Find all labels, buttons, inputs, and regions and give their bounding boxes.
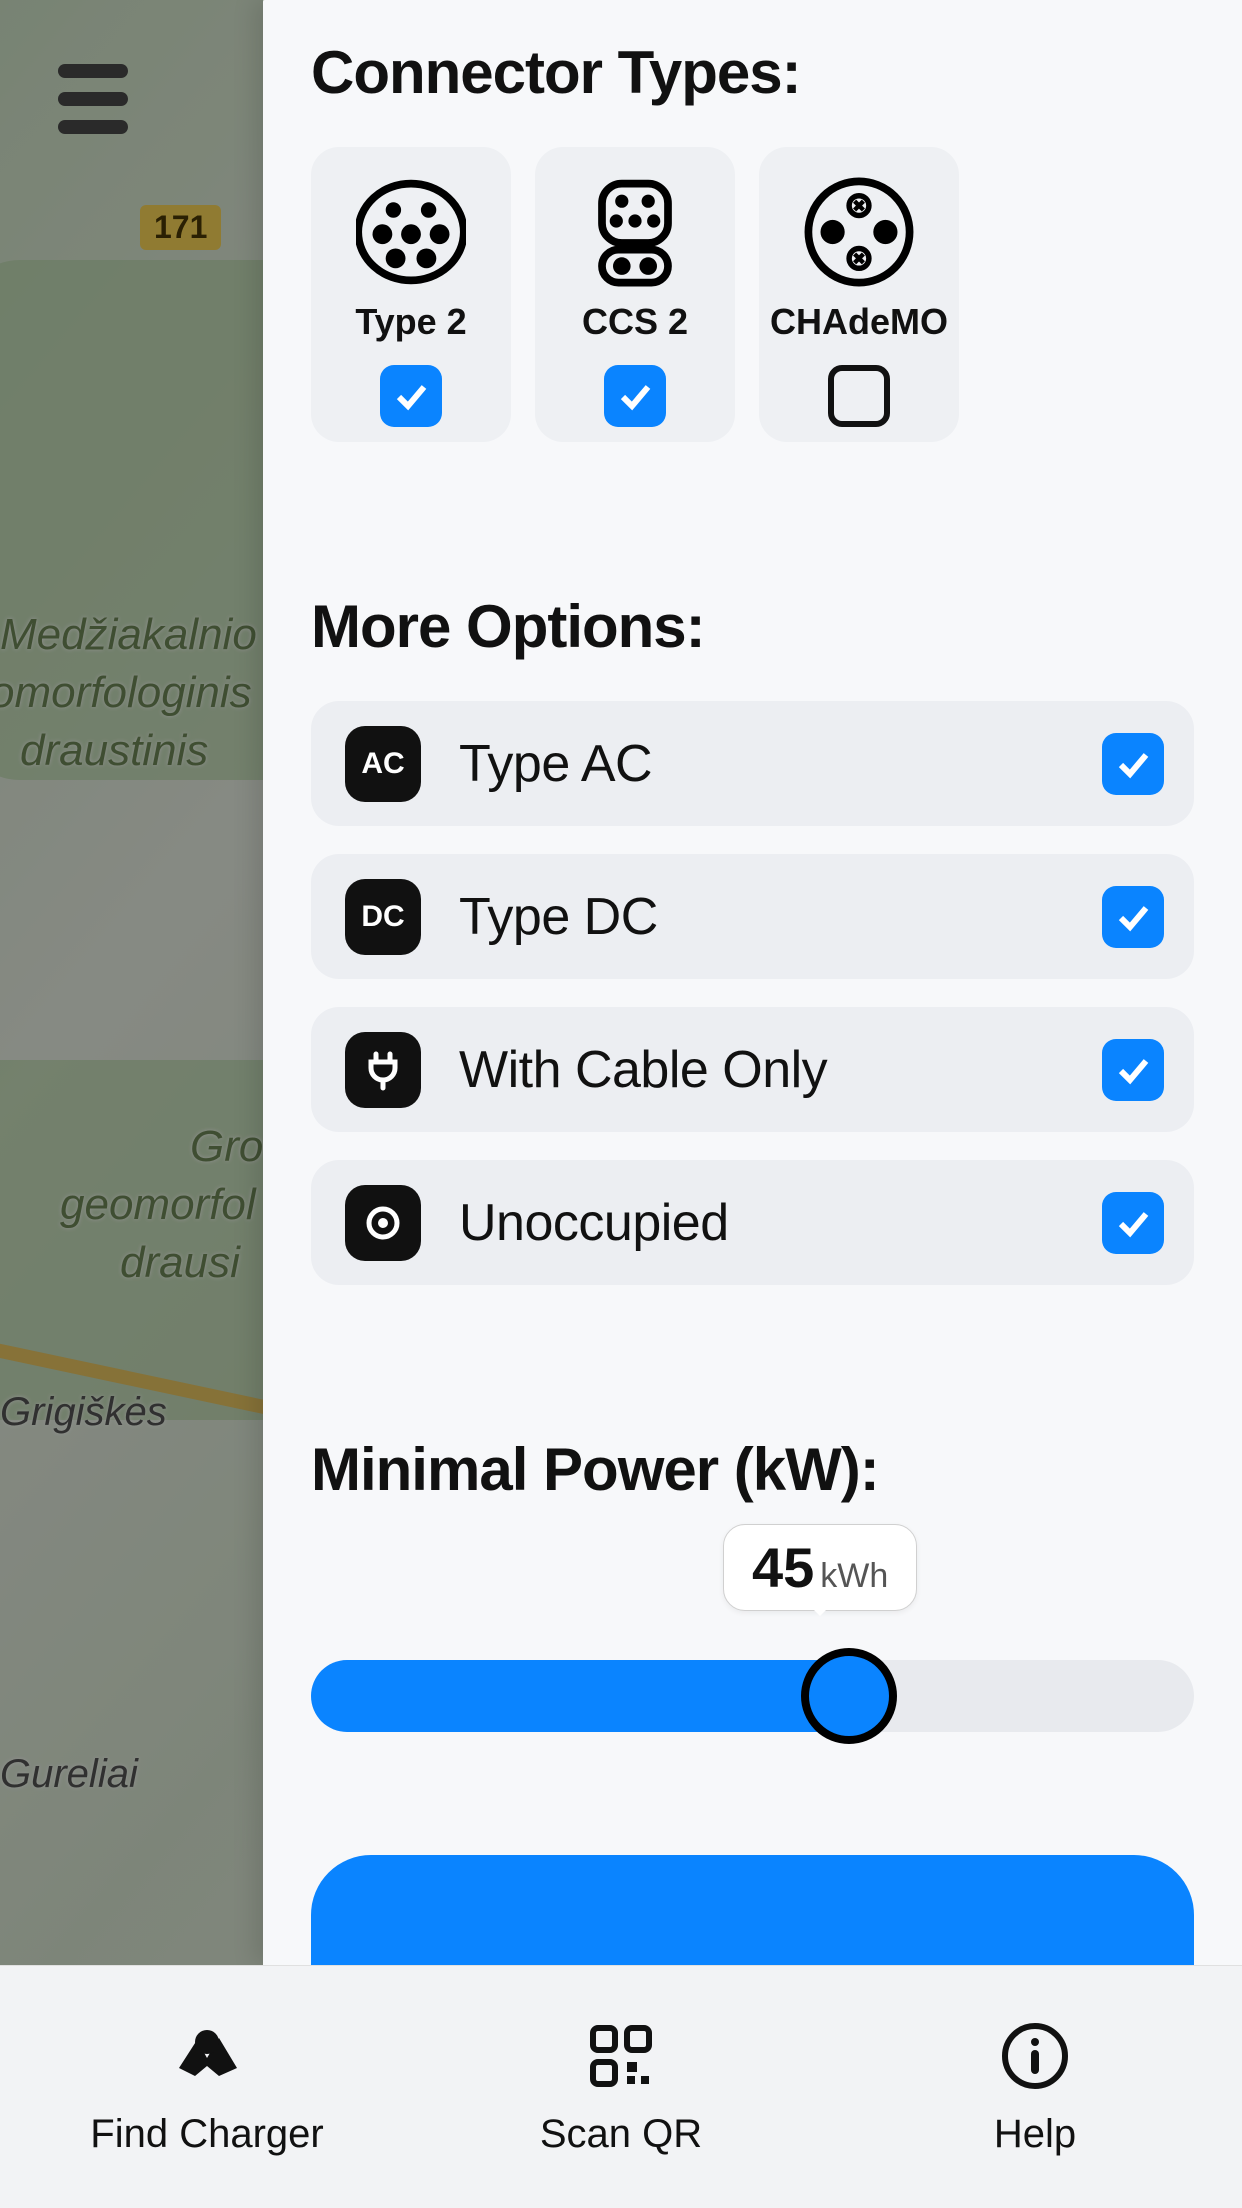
map-pin-icon (169, 2018, 245, 2094)
status-dot-icon (345, 1185, 421, 1261)
slider-unit: kWh (820, 1557, 888, 1596)
info-icon (997, 2018, 1073, 2094)
qr-icon (583, 2018, 659, 2094)
option-row-type-ac[interactable]: AC Type AC (311, 701, 1194, 826)
option-label: Unoccupied (459, 1193, 1064, 1253)
option-label: Type AC (459, 734, 1064, 794)
slider-fill (311, 1660, 871, 1732)
filter-panel: Connector Types: Type 2 (263, 0, 1242, 1965)
dc-badge-icon: DC (345, 879, 421, 955)
option-label: Type DC (459, 887, 1064, 947)
type2-connector-icon (356, 177, 466, 287)
option-checkbox[interactable] (1102, 1039, 1164, 1101)
option-row-unoccupied[interactable]: Unoccupied (311, 1160, 1194, 1285)
connector-checkbox-chademo[interactable] (828, 365, 890, 427)
section-title-more-options: More Options: (311, 592, 1194, 661)
nav-find-charger[interactable]: Find Charger (0, 1966, 414, 2208)
ac-badge-icon: AC (345, 726, 421, 802)
option-checkbox[interactable] (1102, 733, 1164, 795)
dim-overlay[interactable] (0, 0, 263, 1965)
option-row-with-cable[interactable]: With Cable Only (311, 1007, 1194, 1132)
connector-card-ccs2[interactable]: CCS 2 (535, 147, 735, 442)
option-row-type-dc[interactable]: DC Type DC (311, 854, 1194, 979)
nav-help[interactable]: Help (828, 1966, 1242, 2208)
apply-filters-button[interactable] (311, 1855, 1194, 1975)
ccs2-connector-icon (580, 177, 690, 287)
connector-checkbox-ccs2[interactable] (604, 365, 666, 427)
slider-thumb[interactable] (801, 1648, 897, 1744)
connector-card-chademo[interactable]: CHAdeMO (759, 147, 959, 442)
nav-scan-qr[interactable]: Scan QR (414, 1966, 828, 2208)
section-title-min-power: Minimal Power (kW): (311, 1435, 1194, 1504)
connector-checkbox-type2[interactable] (380, 365, 442, 427)
nav-label: Find Charger (90, 2112, 323, 2157)
checkmark-icon (1113, 1050, 1153, 1090)
checkmark-icon (615, 376, 655, 416)
connector-label: CHAdeMO (770, 301, 948, 343)
option-label: With Cable Only (459, 1040, 1064, 1100)
nav-label: Scan QR (540, 2112, 702, 2157)
checkmark-icon (1113, 897, 1153, 937)
chademo-connector-icon (804, 177, 914, 287)
menu-icon[interactable] (58, 64, 148, 134)
option-checkbox[interactable] (1102, 886, 1164, 948)
connector-row: Type 2 CCS 2 (311, 147, 1194, 442)
checkmark-icon (391, 376, 431, 416)
nav-label: Help (994, 2112, 1076, 2157)
option-checkbox[interactable] (1102, 1192, 1164, 1254)
slider-value-bubble: 45 kWh (723, 1524, 917, 1611)
checkmark-icon (1113, 1203, 1153, 1243)
slider-value: 45 (752, 1535, 814, 1600)
connector-label: CCS 2 (582, 301, 688, 343)
checkmark-icon (1113, 744, 1153, 784)
connector-card-type2[interactable]: Type 2 (311, 147, 511, 442)
section-title-connectors: Connector Types: (311, 38, 1194, 107)
bottom-nav: Find Charger Scan QR Help (0, 1965, 1242, 2208)
connector-label: Type 2 (355, 301, 466, 343)
min-power-slider[interactable]: 45 kWh (311, 1614, 1194, 1784)
plug-icon (345, 1032, 421, 1108)
